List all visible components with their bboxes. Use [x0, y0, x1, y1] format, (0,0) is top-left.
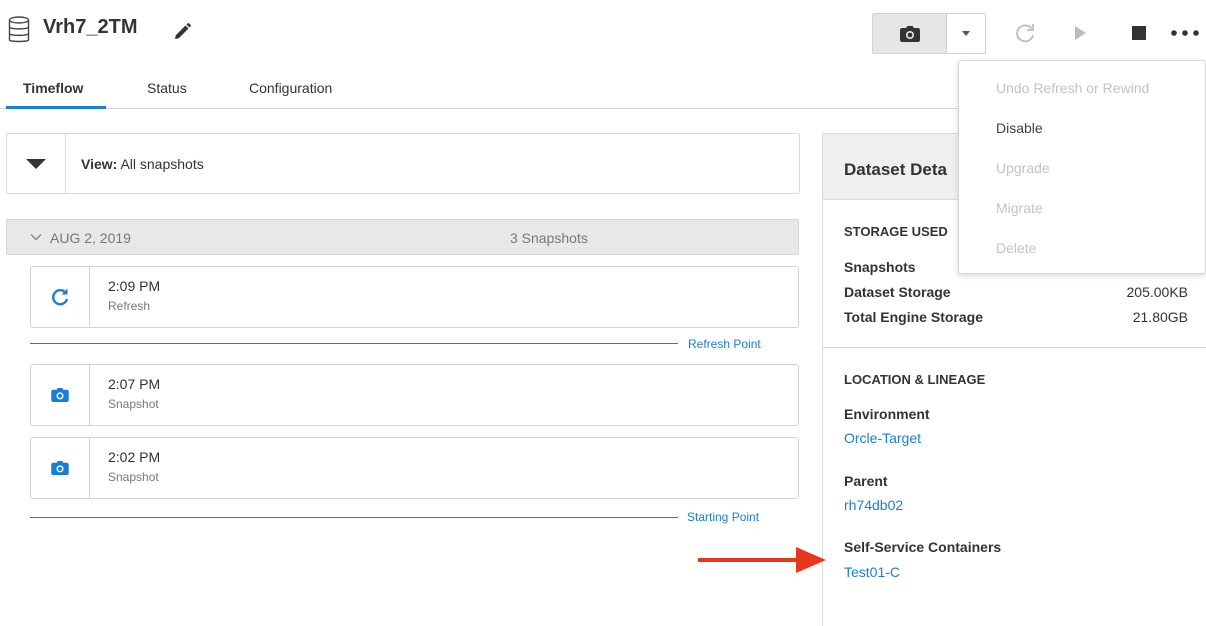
refresh-button[interactable] — [1012, 20, 1038, 46]
card-type: Snapshot — [108, 397, 159, 411]
caret-down-icon — [26, 158, 46, 169]
total-engine-storage-label: Total Engine Storage — [844, 309, 983, 325]
menu-item-upgrade[interactable]: Upgrade — [996, 160, 1050, 176]
card-time: 2:09 PM — [108, 278, 161, 294]
card-time: 2:07 PM — [108, 376, 161, 392]
date-label: AUG 2, 2019 — [50, 230, 131, 246]
stop-icon — [1132, 26, 1146, 40]
parent-label: Parent — [844, 473, 888, 489]
panel-divider — [823, 347, 1206, 348]
camera-icon — [51, 461, 69, 475]
menu-item-migrate[interactable]: Migrate — [996, 200, 1043, 216]
card-type: Snapshot — [108, 470, 159, 484]
chevron-down-icon — [30, 234, 42, 241]
stop-button[interactable] — [1126, 20, 1152, 46]
view-filter-bar: View: All snapshots — [6, 133, 800, 194]
parent-link[interactable]: rh74db02 — [844, 497, 903, 513]
starting-point-line — [30, 517, 678, 518]
annotation-arrow-icon — [698, 547, 826, 573]
storage-section-title: STORAGE USED — [844, 224, 948, 239]
date-group-header[interactable]: AUG 2, 2019 3 Snapshots — [6, 219, 799, 255]
play-icon — [1075, 26, 1086, 40]
tab-bar: Timeflow Status Configuration — [0, 70, 960, 109]
view-value: All snapshots — [120, 156, 204, 172]
snapshot-options-dropdown[interactable] — [946, 13, 986, 54]
tab-timeflow[interactable]: Timeflow — [23, 80, 83, 96]
pencil-icon[interactable] — [172, 22, 192, 42]
more-horizontal-icon — [1171, 30, 1199, 36]
active-tab-indicator — [6, 106, 106, 109]
panel-title: Dataset Deta — [844, 160, 947, 179]
tab-status[interactable]: Status — [147, 80, 187, 96]
card-time: 2:02 PM — [108, 449, 161, 465]
dataset-storage-label: Dataset Storage — [844, 284, 951, 300]
card-icon-cell — [31, 365, 90, 425]
snapshot-count: 3 Snapshots — [510, 230, 588, 246]
view-toggle-button[interactable] — [7, 134, 66, 193]
containers-label: Self-Service Containers — [844, 539, 1002, 555]
refresh-icon — [52, 288, 69, 306]
menu-item-delete[interactable]: Delete — [996, 240, 1036, 256]
starting-point-label[interactable]: Starting Point — [687, 510, 759, 524]
refresh-point-label[interactable]: Refresh Point — [688, 337, 761, 351]
view-filter-label[interactable]: View: All snapshots — [81, 156, 204, 172]
card-icon-cell — [31, 438, 90, 498]
caret-down-icon — [962, 31, 970, 36]
menu-item-disable[interactable]: Disable — [996, 120, 1043, 136]
tab-configuration[interactable]: Configuration — [249, 80, 332, 96]
total-engine-storage-value: 21.80GB — [1132, 309, 1188, 325]
refresh-point-line — [30, 343, 678, 344]
timeline-card[interactable]: 2:09 PM Refresh — [30, 266, 799, 328]
more-actions-button[interactable] — [1168, 20, 1202, 46]
card-type: Refresh — [108, 299, 151, 313]
container-link[interactable]: Test01-C — [844, 564, 900, 580]
menu-item-undo-refresh[interactable]: Undo Refresh or Rewind — [996, 80, 1149, 96]
timeline-card[interactable]: 2:02 PM Snapshot — [30, 437, 799, 499]
refresh-icon — [1016, 24, 1034, 43]
timeline-card[interactable]: 2:07 PM Snapshot — [30, 364, 799, 426]
environment-link[interactable]: Orcle-Target — [844, 430, 921, 446]
camera-icon — [899, 25, 920, 42]
storage-snapshots-label: Snapshots — [844, 259, 916, 275]
start-button[interactable] — [1067, 20, 1093, 46]
snapshot-button[interactable] — [872, 13, 946, 54]
environment-label: Environment — [844, 406, 930, 422]
location-section-title: LOCATION & LINEAGE — [844, 372, 986, 387]
card-icon-cell — [31, 267, 90, 327]
dataset-storage-value: 205.00KB — [1126, 284, 1189, 300]
camera-icon — [51, 388, 69, 402]
page-title: Vrh7_2TM — [43, 16, 138, 38]
database-icon — [8, 16, 30, 43]
view-label: View: — [81, 156, 118, 172]
more-actions-menu: Undo Refresh or Rewind Disable Upgrade M… — [958, 60, 1206, 274]
